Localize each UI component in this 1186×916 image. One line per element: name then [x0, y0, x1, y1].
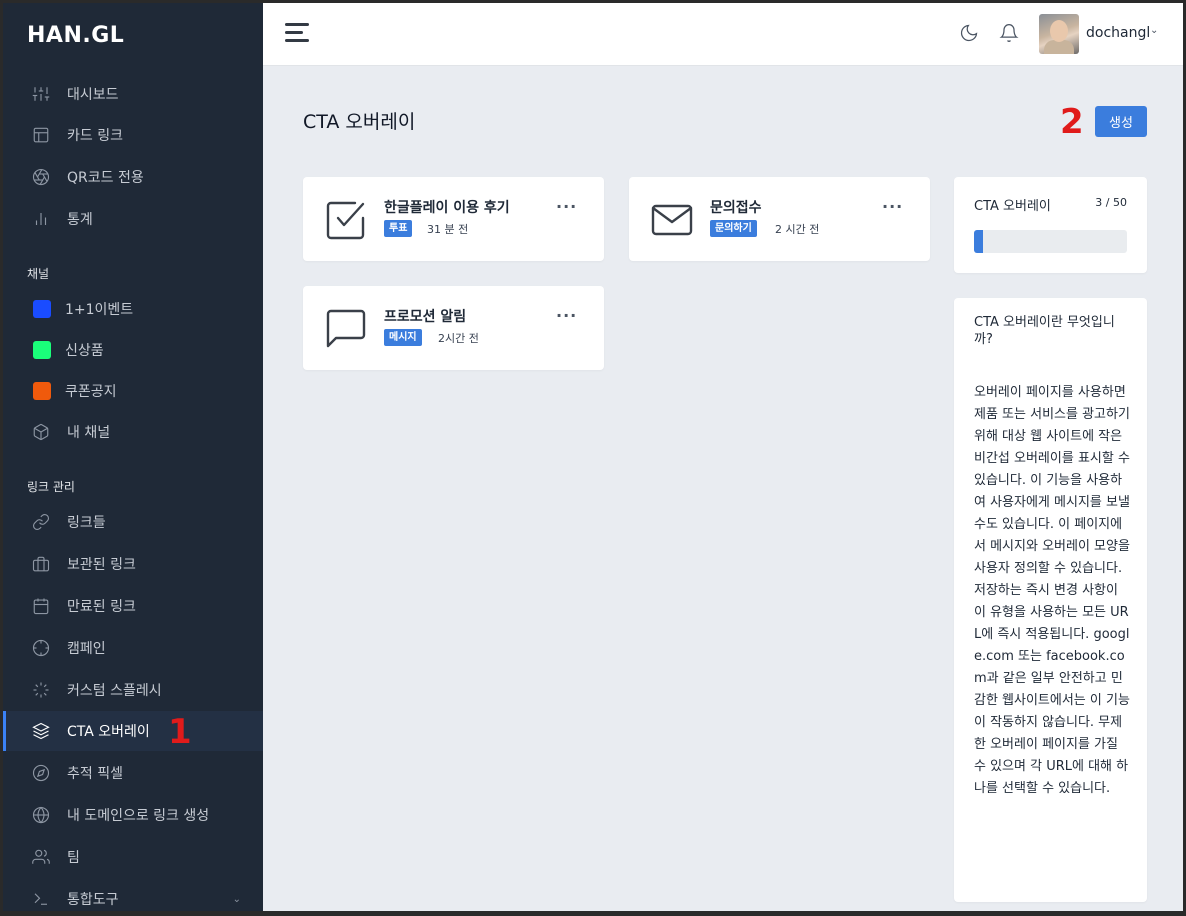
sidebar-item-label: 1+1이벤트 [65, 302, 134, 318]
overlay-card[interactable]: 한글플레이 이용 후기 투표 31 분 전 ··· [303, 177, 604, 261]
chevron-down-icon[interactable]: ⌄ [1150, 25, 1158, 36]
type-badge: 투표 [384, 220, 413, 237]
sidebar-item-integrations[interactable]: 통합도구 ⌄ [3, 879, 263, 911]
info-body: 오버레이 페이지를 사용하면 제품 또는 서비스를 광고하기 위해 대상 웹 사… [974, 385, 1130, 796]
sidebar-item-my-channel[interactable]: 내 채널 [3, 412, 263, 452]
top-bar: dochangl ⌄ [263, 3, 1183, 66]
sidebar-item-label: 대시보드 [67, 87, 119, 103]
sidebar-item-label: 통계 [67, 212, 93, 228]
briefcase-icon [31, 554, 51, 574]
create-button[interactable]: 생성 [1095, 106, 1147, 137]
sidebar-item-domain[interactable]: 내 도메인으로 링크 생성 [3, 795, 263, 835]
check-square-icon [325, 199, 367, 241]
avatar[interactable] [1039, 14, 1079, 54]
card-timestamp: 31 분 전 [427, 223, 469, 236]
crosshair-icon [31, 638, 51, 658]
sidebar-channel-item[interactable]: 1+1이벤트 [3, 289, 263, 329]
aperture-icon [31, 167, 51, 187]
sidebar-item-label: 쿠폰공지 [65, 384, 117, 400]
sidebar-item-label: 팀 [67, 850, 80, 866]
sidebar-item-label: 보관된 링크 [67, 557, 136, 573]
usage-title: CTA 오버레이 [974, 199, 1051, 214]
sidebar: HAN.GL 대시보드 카드 링크 QR코드 전용 통계 채널 1+1이벤트 신… [3, 3, 263, 911]
usage-progress-bar [974, 230, 1127, 253]
sidebar-item-cta-overlay[interactable]: CTA 오버레이 [3, 711, 263, 751]
sidebar-item-dashboard[interactable]: 대시보드 [3, 74, 263, 114]
loader-icon [31, 680, 51, 700]
sidebar-item-card-link[interactable]: 카드 링크 [3, 115, 263, 155]
users-icon [31, 847, 51, 867]
compass-icon [31, 763, 51, 783]
overlay-card[interactable]: 문의접수 문의하기 2 시간 전 ··· [629, 177, 930, 261]
sidebar-item-links[interactable]: 링크들 [3, 502, 263, 542]
section-label-channels: 채널 [27, 267, 50, 281]
bar-chart-icon [31, 209, 51, 229]
page-title: CTA 오버레이 [303, 111, 416, 133]
section-label-links: 링크 관리 [27, 480, 75, 494]
moon-icon[interactable] [959, 23, 981, 45]
card-title: 한글플레이 이용 후기 [384, 200, 510, 216]
sidebar-item-label: 통합도구 [67, 892, 119, 908]
sidebar-item-label: 내 채널 [67, 425, 111, 441]
sidebar-item-label: 카드 링크 [67, 128, 123, 144]
sidebar-item-campaign[interactable]: 캠페인 [3, 628, 263, 668]
more-options-icon[interactable]: ··· [556, 197, 577, 216]
mail-icon [651, 199, 693, 241]
sidebar-item-archived[interactable]: 보관된 링크 [3, 544, 263, 584]
sidebar-item-qr[interactable]: QR코드 전용 [3, 157, 263, 197]
card-title: 문의접수 [710, 200, 762, 216]
menu-toggle-icon[interactable] [285, 23, 309, 43]
layers-icon [31, 721, 51, 741]
sidebar-channel-item[interactable]: 쿠폰공지 [3, 371, 263, 411]
sidebar-item-label: 만료된 링크 [67, 599, 136, 615]
info-card: CTA 오버레이란 무엇입니까? 오버레이 페이지를 사용하면 제품 또는 서비… [954, 298, 1147, 902]
annotation-marker-1: 1 [168, 712, 192, 752]
logo[interactable]: HAN.GL [27, 23, 124, 48]
message-square-icon [325, 308, 367, 350]
sidebar-item-label: 커스텀 스플레시 [67, 683, 162, 699]
sidebar-channel-item[interactable]: 신상품 [3, 330, 263, 370]
app-window: HAN.GL 대시보드 카드 링크 QR코드 전용 통계 채널 1+1이벤트 신… [3, 3, 1183, 911]
sidebar-item-stats[interactable]: 통계 [3, 199, 263, 239]
info-title: CTA 오버레이란 무엇입니까? [974, 315, 1115, 347]
sidebar-item-label: 링크들 [67, 515, 106, 531]
channel-color-swatch [33, 341, 51, 359]
link-icon [31, 512, 51, 532]
overlay-card[interactable]: 프로모션 알림 메시지 2시간 전 ··· [303, 286, 604, 370]
chevron-down-icon: ⌄ [232, 893, 241, 905]
sidebar-item-splash[interactable]: 커스텀 스플레시 [3, 670, 263, 710]
sidebar-item-label: CTA 오버레이 [67, 724, 150, 740]
usage-progress-fill [974, 230, 984, 253]
sliders-icon [31, 84, 51, 104]
terminal-icon [31, 889, 51, 909]
sidebar-item-expired[interactable]: 만료된 링크 [3, 586, 263, 626]
sidebar-item-label: 내 도메인으로 링크 생성 [67, 808, 210, 824]
sidebar-item-pixel[interactable]: 추적 픽셀 [3, 753, 263, 793]
card-timestamp: 2 시간 전 [775, 223, 820, 236]
more-options-icon[interactable]: ··· [556, 306, 577, 325]
sidebar-item-label: QR코드 전용 [67, 170, 144, 186]
more-options-icon[interactable]: ··· [882, 197, 903, 216]
overlay-usage-card: CTA 오버레이 3 / 50 [954, 177, 1147, 273]
annotation-marker-2: 2 [1060, 102, 1084, 142]
sidebar-item-team[interactable]: 팀 [3, 837, 263, 877]
box-icon [31, 422, 51, 442]
sidebar-item-label: 추적 픽셀 [67, 766, 123, 782]
channel-color-swatch [33, 382, 51, 400]
globe-icon [31, 805, 51, 825]
channel-color-swatch [33, 300, 51, 318]
username[interactable]: dochangl [1086, 25, 1150, 41]
sidebar-item-label: 신상품 [65, 343, 104, 359]
card-title: 프로모션 알림 [384, 309, 467, 325]
calendar-icon [31, 596, 51, 616]
sidebar-item-label: 캠페인 [67, 641, 106, 657]
usage-count: 3 / 50 [1095, 196, 1127, 209]
card-timestamp: 2시간 전 [438, 332, 479, 345]
layout-icon [31, 125, 51, 145]
bell-icon[interactable] [999, 23, 1021, 45]
type-badge: 문의하기 [710, 220, 757, 237]
type-badge: 메시지 [384, 329, 422, 346]
